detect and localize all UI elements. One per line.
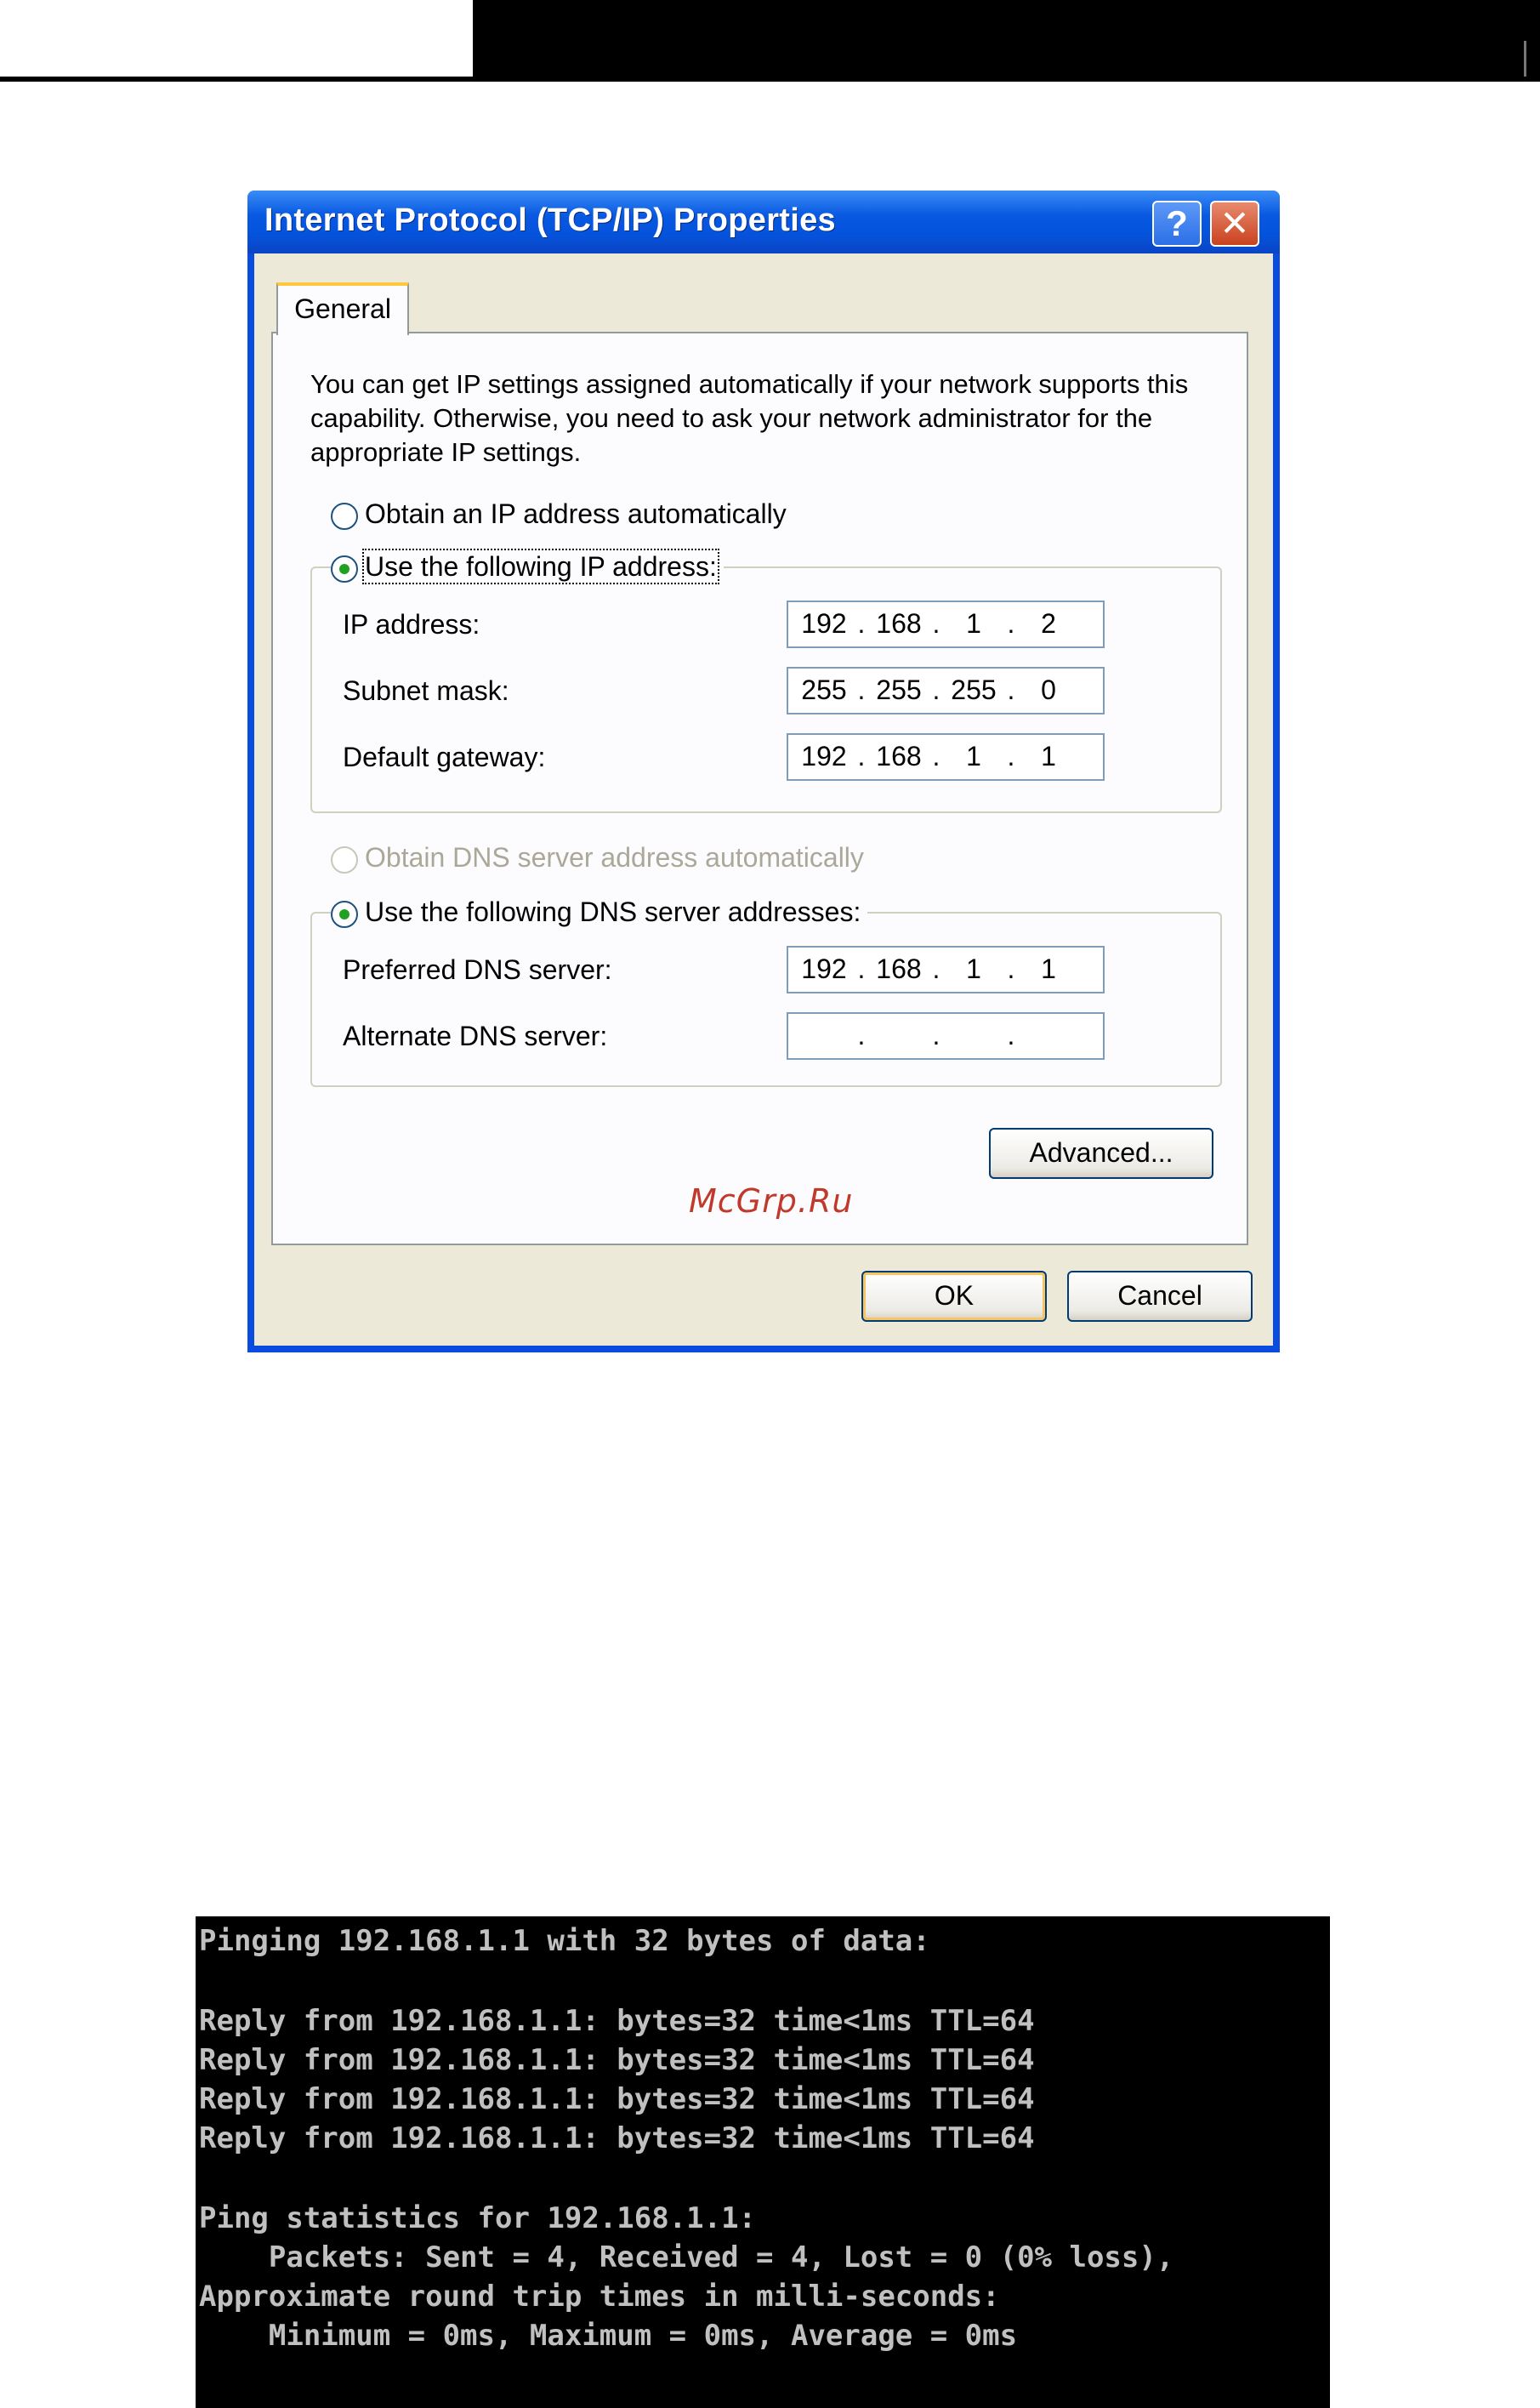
gateway-octet-1: 192 bbox=[801, 741, 847, 771]
cancel-button[interactable]: Cancel bbox=[1067, 1271, 1253, 1322]
preferred-dns-label: Preferred DNS server: bbox=[343, 954, 612, 985]
pref-dns-octet-3: 1 bbox=[966, 954, 981, 984]
tcpip-properties-dialog: Internet Protocol (TCP/IP) Properties ? … bbox=[247, 191, 1280, 1352]
ip-octet-4: 2 bbox=[1041, 608, 1056, 639]
console-line: Packets: Sent = 4, Received = 4, Lost = … bbox=[199, 2240, 1174, 2274]
mask-octet-1: 255 bbox=[801, 675, 847, 705]
ip-octet-3: 1 bbox=[966, 608, 981, 639]
mask-octet-2: 255 bbox=[876, 675, 922, 705]
console-line: Minimum = 0ms, Maximum = 0ms, Average = … bbox=[199, 2319, 1018, 2353]
header-rule bbox=[0, 77, 476, 82]
ip-octet-1: 192 bbox=[801, 608, 847, 639]
header-bar bbox=[473, 0, 1540, 82]
mask-octet-3: 255 bbox=[951, 675, 997, 705]
dns-group bbox=[310, 912, 1222, 1087]
watermark-text: McGrp.Ru bbox=[689, 1182, 854, 1220]
dns-auto-option[interactable]: Obtain DNS server address automatically bbox=[331, 840, 864, 874]
dns-manual-label: Use the following DNS server addresses: bbox=[365, 897, 861, 927]
subnet-mask-label: Subnet mask: bbox=[343, 675, 509, 706]
dialog-title: Internet Protocol (TCP/IP) Properties bbox=[264, 202, 836, 238]
console-line: Reply from 192.168.1.1: bytes=32 time<1m… bbox=[199, 2082, 1035, 2116]
tab-general[interactable]: General bbox=[276, 282, 409, 335]
ip-manual-label: Use the following IP address: bbox=[362, 549, 719, 584]
console-line: Pinging 192.168.1.1 with 32 bytes of dat… bbox=[199, 1924, 930, 1958]
subnet-mask-input[interactable]: 255 . 255 . 255 . 0 bbox=[787, 667, 1105, 714]
dns-auto-radio[interactable] bbox=[331, 845, 358, 874]
console-line: Approximate round trip times in milli-se… bbox=[199, 2280, 1000, 2314]
default-gateway-input[interactable]: 192 . 168 . 1 . 1 bbox=[787, 733, 1105, 781]
ip-auto-option[interactable]: Obtain an IP address automatically bbox=[331, 497, 787, 531]
dns-auto-label: Obtain DNS server address automatically bbox=[365, 842, 864, 873]
ip-address-label: IP address: bbox=[343, 609, 480, 640]
header-tick bbox=[1524, 41, 1526, 77]
default-gateway-label: Default gateway: bbox=[343, 742, 546, 772]
ok-button[interactable]: OK bbox=[861, 1271, 1047, 1322]
alternate-dns-input[interactable]: . . . bbox=[787, 1012, 1105, 1060]
ip-auto-label: Obtain an IP address automatically bbox=[365, 498, 787, 529]
ip-manual-option[interactable]: Use the following IP address: bbox=[331, 549, 724, 584]
preferred-dns-input[interactable]: 192 . 168 . 1 . 1 bbox=[787, 946, 1105, 993]
pref-dns-octet-4: 1 bbox=[1041, 954, 1056, 984]
advanced-button[interactable]: Advanced... bbox=[989, 1128, 1213, 1179]
gateway-octet-3: 1 bbox=[966, 741, 981, 771]
console-window: Pinging 192.168.1.1 with 32 bytes of dat… bbox=[196, 1916, 1330, 2408]
pref-dns-octet-1: 192 bbox=[801, 954, 847, 984]
alternate-dns-label: Alternate DNS server: bbox=[343, 1021, 608, 1051]
ip-address-input[interactable]: 192 . 168 . 1 . 2 bbox=[787, 601, 1105, 648]
console-line: Reply from 192.168.1.1: bytes=32 time<1m… bbox=[199, 2121, 1035, 2155]
ip-auto-radio[interactable] bbox=[331, 502, 358, 530]
help-button[interactable]: ? bbox=[1152, 201, 1202, 247]
gateway-octet-2: 168 bbox=[876, 741, 922, 771]
general-tab-panel: You can get IP settings assigned automat… bbox=[271, 332, 1248, 1245]
gateway-octet-4: 1 bbox=[1041, 741, 1056, 771]
dns-manual-option[interactable]: Use the following DNS server addresses: bbox=[331, 895, 868, 929]
close-button[interactable]: ✕ bbox=[1210, 201, 1259, 247]
ip-manual-radio[interactable] bbox=[331, 555, 358, 583]
console-line: Reply from 192.168.1.1: bytes=32 time<1m… bbox=[199, 2004, 1035, 2038]
intro-text: You can get IP settings assigned automat… bbox=[310, 369, 1189, 467]
ip-octet-2: 168 bbox=[876, 608, 922, 639]
dns-manual-radio[interactable] bbox=[331, 900, 358, 928]
console-line: Reply from 192.168.1.1: bytes=32 time<1m… bbox=[199, 2043, 1035, 2077]
mask-octet-4: 0 bbox=[1041, 675, 1056, 705]
title-bar[interactable]: Internet Protocol (TCP/IP) Properties ? … bbox=[247, 191, 1280, 253]
pref-dns-octet-2: 168 bbox=[876, 954, 922, 984]
console-line: Ping statistics for 192.168.1.1: bbox=[199, 2201, 757, 2235]
